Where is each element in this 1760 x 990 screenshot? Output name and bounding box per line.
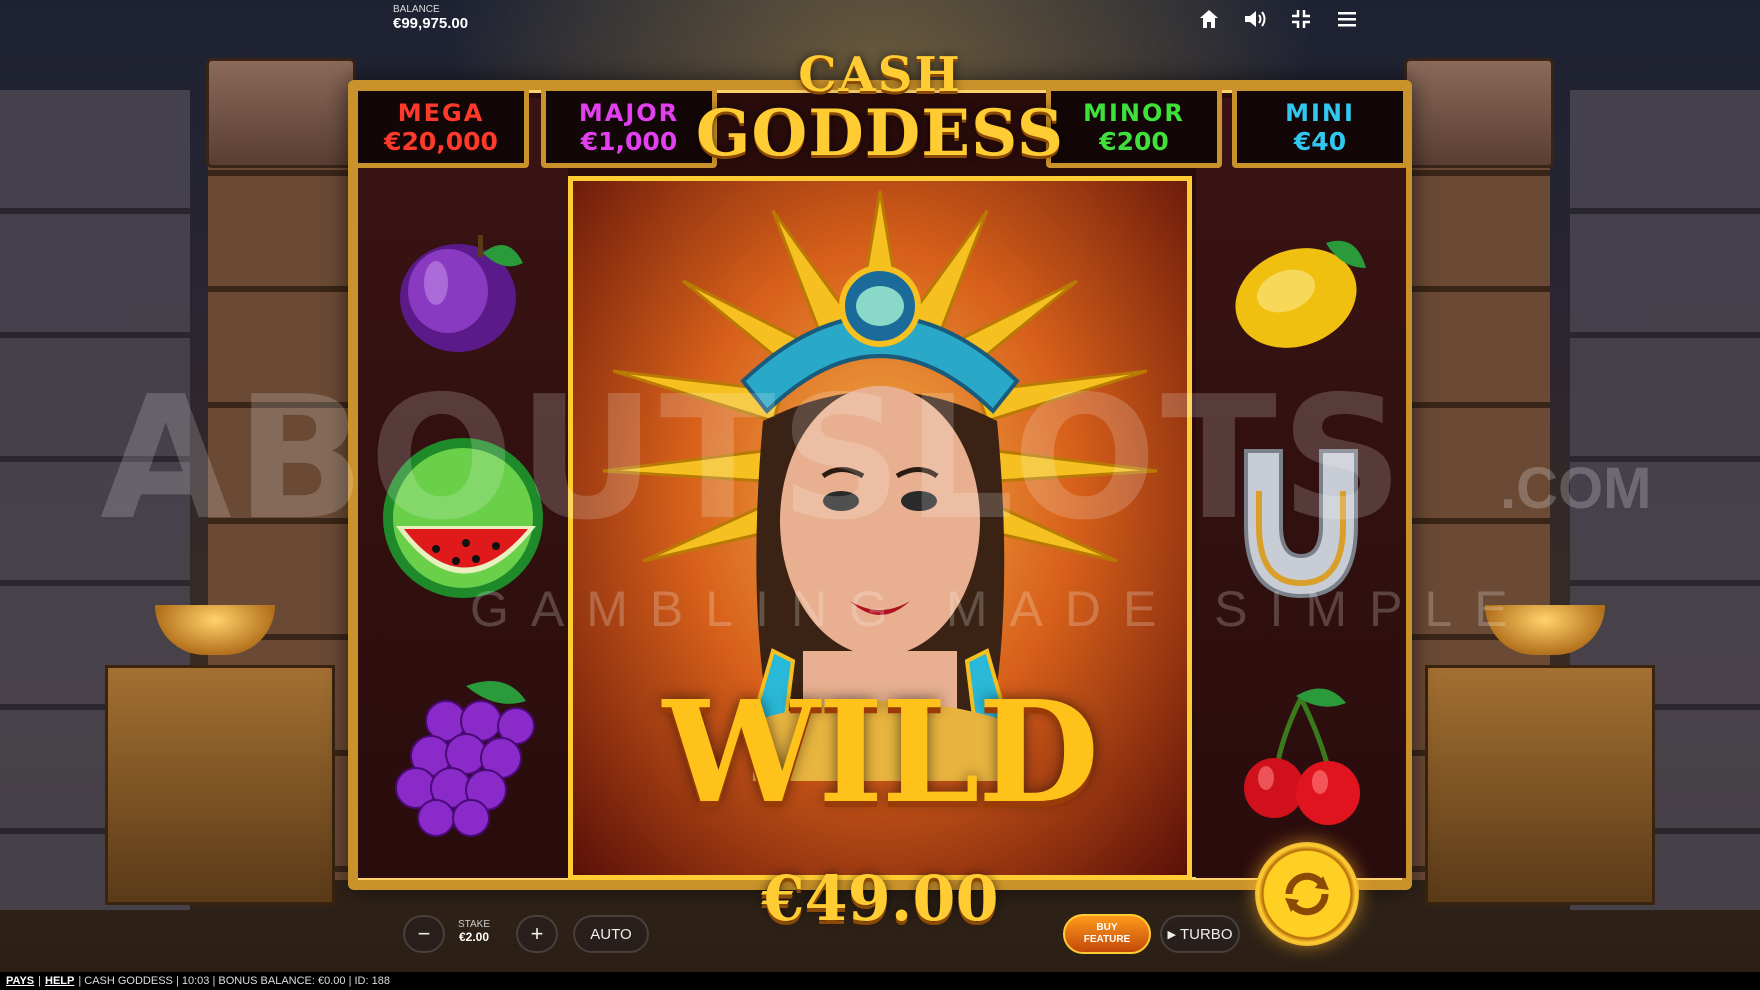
jackpot-major-amount: €1,000 bbox=[580, 126, 678, 156]
balance-value: €99,975.00 bbox=[393, 15, 469, 32]
jackpot-minor: MINOR €200 bbox=[1046, 86, 1222, 168]
stone-cap-left bbox=[206, 58, 356, 168]
jackpot-major: MAJOR €1,000 bbox=[541, 86, 717, 168]
pedestal-left bbox=[105, 665, 335, 905]
buy-feature-line-1: BUY bbox=[1096, 922, 1118, 933]
fullscreen-exit-icon[interactable] bbox=[1288, 6, 1314, 32]
jackpot-mini-amount: €40 bbox=[1293, 126, 1347, 156]
win-amount: €49.00 bbox=[761, 862, 999, 935]
balance-label: BALANCE bbox=[393, 4, 440, 15]
footer-bar: PAYS | HELP | CASH GODDESS | 10:03 | BON… bbox=[0, 972, 1760, 990]
logo-line-2: GODDESS bbox=[695, 96, 1065, 171]
jackpot-major-label: MAJOR bbox=[578, 98, 680, 127]
footer-separator: | bbox=[38, 975, 41, 987]
wild-symbol-panel: WILD bbox=[568, 176, 1192, 880]
jackpot-mega: MEGA €20,000 bbox=[353, 86, 529, 168]
sound-icon[interactable] bbox=[1242, 6, 1268, 32]
spin-button[interactable] bbox=[1255, 842, 1359, 946]
jackpot-minor-label: MINOR bbox=[1083, 98, 1185, 127]
pedestal-right bbox=[1425, 665, 1655, 905]
menu-icon[interactable] bbox=[1334, 6, 1360, 32]
jackpot-mini: MINI €40 bbox=[1232, 86, 1408, 168]
turbo-button[interactable]: ▶ TURBO bbox=[1160, 915, 1240, 953]
jackpot-mega-amount: €20,000 bbox=[384, 126, 498, 156]
auto-button[interactable]: AUTO bbox=[573, 915, 649, 953]
pays-link[interactable]: PAYS bbox=[6, 975, 34, 987]
top-toolbar bbox=[1196, 6, 1360, 32]
stake-minus-button[interactable]: − bbox=[403, 915, 445, 953]
wild-label: WILD bbox=[662, 671, 1100, 835]
stake-label: STAKE bbox=[457, 919, 491, 930]
plum-symbol bbox=[383, 208, 543, 368]
reel-left bbox=[358, 98, 568, 878]
turbo-label: TURBO bbox=[1179, 925, 1233, 943]
game-logo: CASH GODDESS bbox=[696, 38, 1063, 178]
turbo-icon: ▶ bbox=[1167, 928, 1176, 941]
stake-plus-button[interactable]: + bbox=[516, 915, 558, 953]
stake-display: STAKE €2.00 bbox=[444, 915, 504, 953]
cherries-symbol bbox=[1221, 673, 1381, 833]
buy-feature-line-2: FEATURE bbox=[1083, 934, 1131, 945]
home-icon[interactable] bbox=[1196, 6, 1222, 32]
buy-feature-button[interactable]: BUY FEATURE bbox=[1063, 914, 1151, 954]
jackpot-mega-label: MEGA bbox=[397, 98, 485, 127]
grapes-symbol bbox=[373, 663, 553, 843]
watermark-com: .COM bbox=[1500, 456, 1652, 521]
jackpot-minor-amount: €200 bbox=[1099, 126, 1169, 156]
footer-info: | CASH GODDESS | 10:03 | BONUS BALANCE: … bbox=[78, 975, 390, 987]
lemon-symbol bbox=[1221, 208, 1381, 368]
reel-right bbox=[1196, 98, 1406, 878]
watermark-tagline: GAMBLING MADE SIMPLE bbox=[470, 581, 1530, 637]
balance-display: BALANCE €99,975.00 bbox=[393, 4, 468, 32]
help-link[interactable]: HELP bbox=[45, 975, 74, 987]
jackpot-mini-label: MINI bbox=[1285, 98, 1355, 127]
spin-arrows-icon bbox=[1285, 872, 1329, 916]
stone-cap-right bbox=[1404, 58, 1554, 168]
logo-line-1: CASH bbox=[798, 47, 962, 103]
stake-value: €2.00 bbox=[458, 930, 490, 944]
